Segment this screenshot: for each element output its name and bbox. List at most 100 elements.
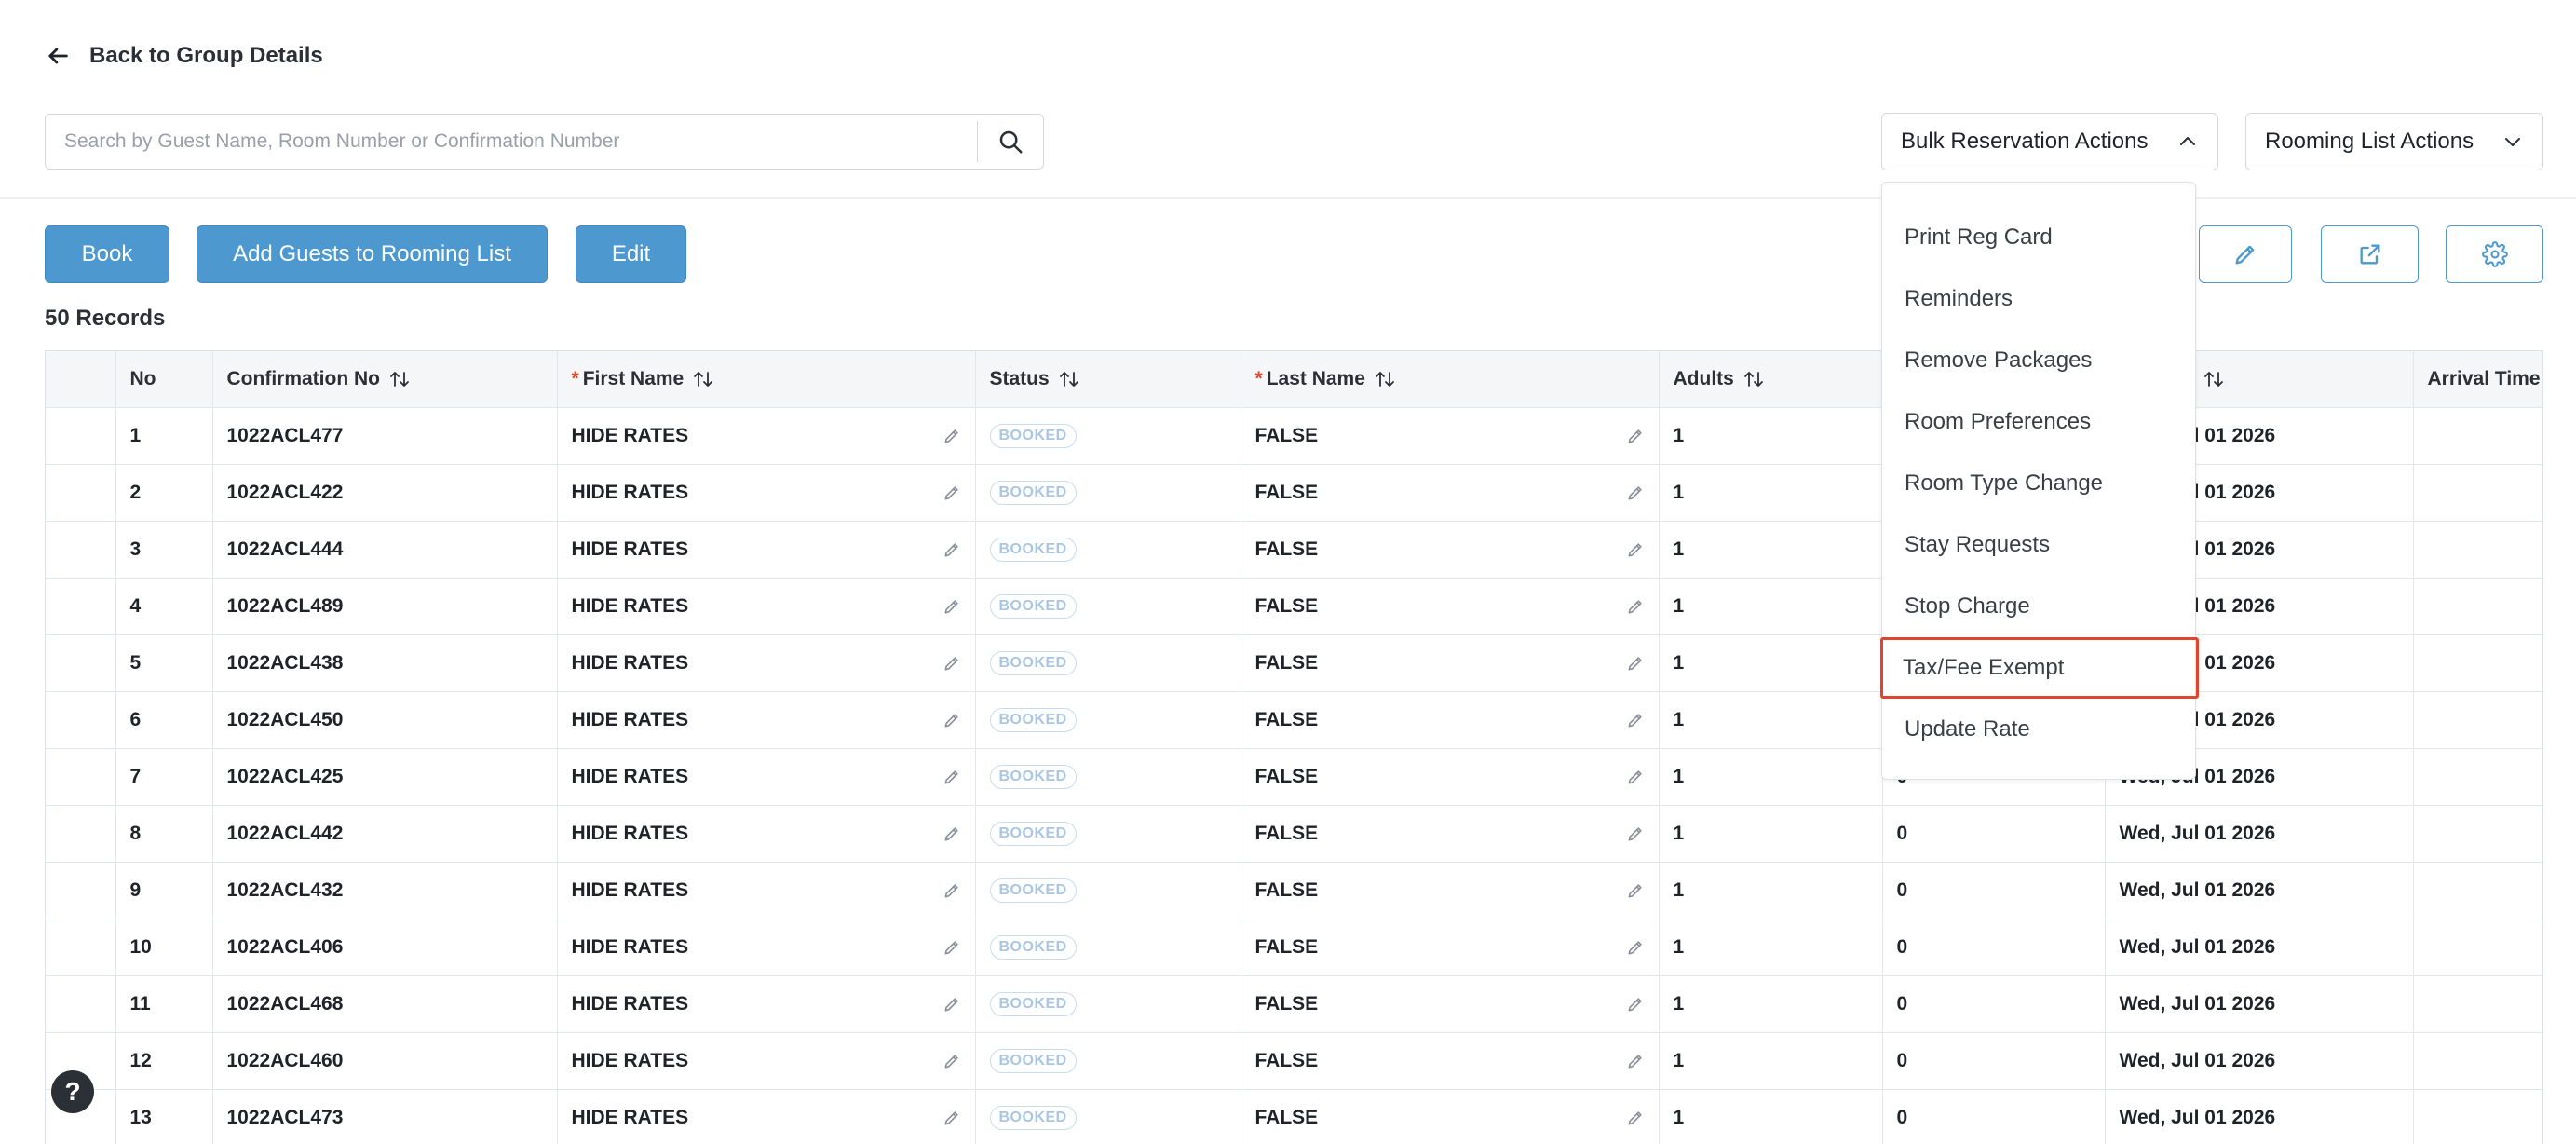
edit-first-name-icon[interactable] <box>942 483 961 502</box>
cell-arrival-time <box>2413 1089 2542 1144</box>
edit-first-name-icon[interactable] <box>942 938 961 957</box>
book-button[interactable]: Book <box>45 225 169 283</box>
cell-status: BOOKED <box>975 407 1241 465</box>
add-guests-button[interactable]: Add Guests to Rooming List <box>197 225 548 283</box>
col-header-status[interactable]: Status <box>975 351 1241 408</box>
row-select-cell[interactable] <box>46 748 116 806</box>
sort-icon[interactable] <box>389 370 410 388</box>
row-select-cell[interactable] <box>46 919 116 976</box>
cell-arrival-time <box>2413 578 2542 635</box>
edit-last-name-icon[interactable] <box>1626 427 1645 445</box>
cell-no: 2 <box>115 464 213 522</box>
cell-confirmation-no: 1022ACL460 <box>212 1032 558 1090</box>
status-badge: BOOKED <box>989 765 1077 789</box>
status-badge: BOOKED <box>989 1106 1077 1130</box>
table-row[interactable]: 13 1022ACL473 HIDE RATES BOOKED FALSE 1 0 Wed, … <box>46 1089 2542 1144</box>
row-select-cell[interactable] <box>46 805 116 863</box>
settings-icon-button[interactable] <box>2446 225 2543 283</box>
edit-last-name-icon[interactable] <box>1626 540 1645 559</box>
edit-last-name-icon[interactable] <box>1626 1052 1645 1070</box>
cell-first-name: HIDE RATES <box>557 521 976 579</box>
menu-item-room-preferences[interactable]: Room Preferences <box>1882 391 2195 453</box>
table-row[interactable]: 11 1022ACL468 HIDE RATES BOOKED FALSE 1 0 Wed, … <box>46 975 2542 1033</box>
sort-icon[interactable] <box>1375 370 1395 388</box>
export-icon-button[interactable] <box>2321 225 2419 283</box>
status-badge: BOOKED <box>989 538 1077 562</box>
col-header-last-name[interactable]: * Last Name <box>1241 351 1660 408</box>
cell-adults: 1 <box>1659 407 1883 465</box>
edit-first-name-icon[interactable] <box>942 881 961 900</box>
table-row[interactable]: 12 1022ACL460 HIDE RATES BOOKED FALSE 1 0 Wed, … <box>46 1032 2542 1090</box>
edit-first-name-icon[interactable] <box>942 540 961 559</box>
edit-last-name-icon[interactable] <box>1626 597 1645 616</box>
edit-last-name-icon[interactable] <box>1626 1109 1645 1127</box>
edit-first-name-icon[interactable] <box>942 824 961 843</box>
row-select-cell[interactable] <box>46 464 116 522</box>
edit-icon-button[interactable] <box>2199 225 2292 283</box>
cell-status: BOOKED <box>975 578 1241 635</box>
search-input[interactable] <box>46 115 977 169</box>
edit-last-name-icon[interactable] <box>1626 483 1645 502</box>
cell-children: 0 <box>1882 862 2106 919</box>
edit-first-name-icon[interactable] <box>942 427 961 445</box>
edit-last-name-icon[interactable] <box>1626 711 1645 729</box>
bulk-reservation-actions-dropdown[interactable]: Bulk Reservation Actions <box>1881 113 2218 170</box>
row-select-cell[interactable] <box>46 407 116 465</box>
table-row[interactable]: 9 1022ACL432 HIDE RATES BOOKED FALSE 1 0 Wed, J… <box>46 862 2542 919</box>
col-header-first-name[interactable]: * First Name <box>557 351 976 408</box>
menu-item-stay-requests[interactable]: Stay Requests <box>1882 514 2195 576</box>
menu-item-update-rate[interactable]: Update Rate <box>1882 699 2195 760</box>
edit-last-name-icon[interactable] <box>1626 768 1645 786</box>
back-to-group-details-link[interactable]: Back to Group Details <box>45 43 323 69</box>
edit-first-name-icon[interactable] <box>942 768 961 786</box>
menu-item-reminders[interactable]: Reminders <box>1882 268 2195 330</box>
status-badge: BOOKED <box>989 935 1077 960</box>
edit-first-name-icon[interactable] <box>942 597 961 616</box>
edit-first-name-icon[interactable] <box>942 995 961 1014</box>
cell-adults: 1 <box>1659 578 1883 635</box>
col-header-adults[interactable]: Adults <box>1659 351 1883 408</box>
edit-last-name-icon[interactable] <box>1626 654 1645 673</box>
row-select-cell[interactable] <box>46 521 116 579</box>
menu-item-tax-fee-exempt[interactable]: Tax/Fee Exempt <box>1880 637 2199 699</box>
table-row[interactable]: 8 1022ACL442 HIDE RATES BOOKED FALSE 1 0 Wed, J… <box>46 805 2542 863</box>
rooming-list-actions-dropdown[interactable]: Rooming List Actions <box>2245 113 2543 170</box>
edit-first-name-icon[interactable] <box>942 711 961 729</box>
edit-first-name-icon[interactable] <box>942 654 961 673</box>
col-header-confirmation-no[interactable]: Confirmation No <box>212 351 558 408</box>
edit-first-name-icon[interactable] <box>942 1109 961 1127</box>
table-row[interactable]: 10 1022ACL406 HIDE RATES BOOKED FALSE 1 0 Wed, … <box>46 919 2542 976</box>
back-link-label: Back to Group Details <box>89 43 323 68</box>
cell-arrival-time <box>2413 1032 2542 1090</box>
cell-no: 12 <box>115 1032 213 1090</box>
cell-status: BOOKED <box>975 634 1241 692</box>
row-select-cell[interactable] <box>46 578 116 635</box>
sort-icon[interactable] <box>693 370 713 388</box>
edit-last-name-icon[interactable] <box>1626 995 1645 1014</box>
cell-first-name: HIDE RATES <box>557 862 976 919</box>
edit-last-name-icon[interactable] <box>1626 938 1645 957</box>
edit-last-name-icon[interactable] <box>1626 881 1645 900</box>
cell-no: 1 <box>115 407 213 465</box>
row-select-cell[interactable] <box>46 634 116 692</box>
search-button[interactable] <box>978 115 1043 169</box>
row-select-cell[interactable] <box>46 691 116 749</box>
menu-item-stop-charge[interactable]: Stop Charge <box>1882 576 2195 637</box>
cell-last-name: FALSE <box>1241 919 1660 976</box>
sort-icon[interactable] <box>2203 370 2224 388</box>
edit-button[interactable]: Edit <box>576 225 686 283</box>
row-select-cell[interactable] <box>46 862 116 919</box>
cell-no: 3 <box>115 521 213 579</box>
edit-first-name-icon[interactable] <box>942 1052 961 1070</box>
sort-icon[interactable] <box>1743 370 1764 388</box>
menu-item-remove-packages[interactable]: Remove Packages <box>1882 330 2195 391</box>
cell-adults: 1 <box>1659 1032 1883 1090</box>
row-select-cell[interactable] <box>46 975 116 1033</box>
sort-icon[interactable] <box>1059 370 1079 388</box>
help-button[interactable]: ? <box>51 1070 94 1113</box>
edit-last-name-icon[interactable] <box>1626 824 1645 843</box>
menu-item-room-type-change[interactable]: Room Type Change <box>1882 453 2195 514</box>
cell-adults: 1 <box>1659 748 1883 806</box>
cell-arrival-time <box>2413 805 2542 863</box>
menu-item-print-reg-card[interactable]: Print Reg Card <box>1882 207 2195 268</box>
